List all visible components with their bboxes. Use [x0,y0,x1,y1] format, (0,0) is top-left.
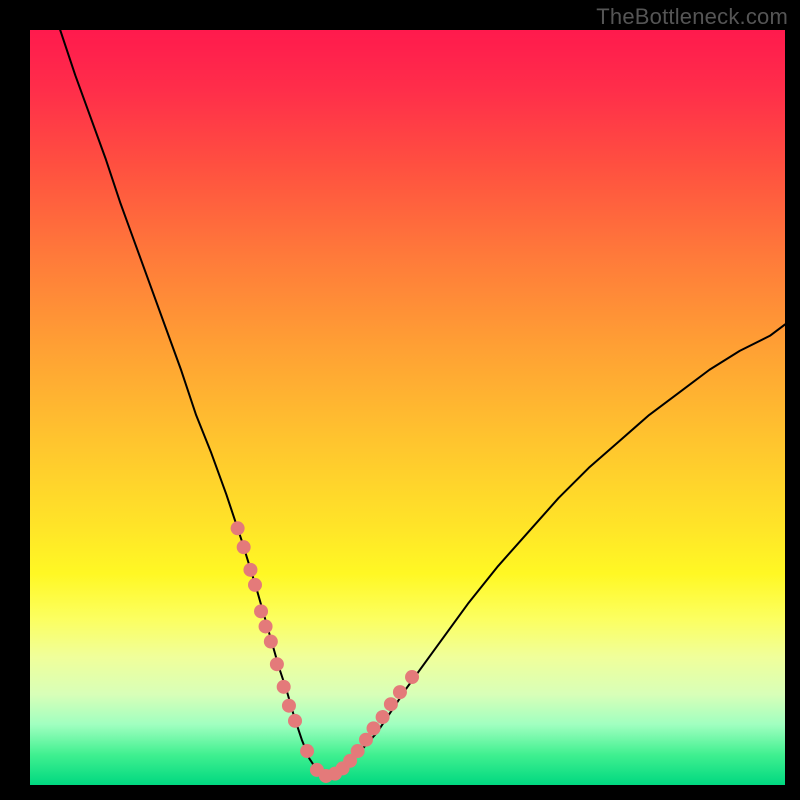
data-point [282,699,296,713]
data-point [243,563,257,577]
data-point [288,714,302,728]
data-point [393,685,407,699]
data-point [264,635,278,649]
plot-area [30,30,785,785]
data-point [259,619,273,633]
data-point [248,578,262,592]
data-point [351,744,365,758]
data-point [254,604,268,618]
chart-svg [30,30,785,785]
data-point [270,657,284,671]
data-point [231,521,245,535]
data-point [300,744,314,758]
watermark-text: TheBottleneck.com [596,4,788,30]
data-point [384,697,398,711]
dot-series [231,521,419,783]
chart-frame: TheBottleneck.com [0,0,800,800]
curve-line [60,30,785,776]
data-point [405,670,419,684]
data-point [277,680,291,694]
data-point [237,540,251,554]
data-point [367,721,381,735]
data-point [376,710,390,724]
